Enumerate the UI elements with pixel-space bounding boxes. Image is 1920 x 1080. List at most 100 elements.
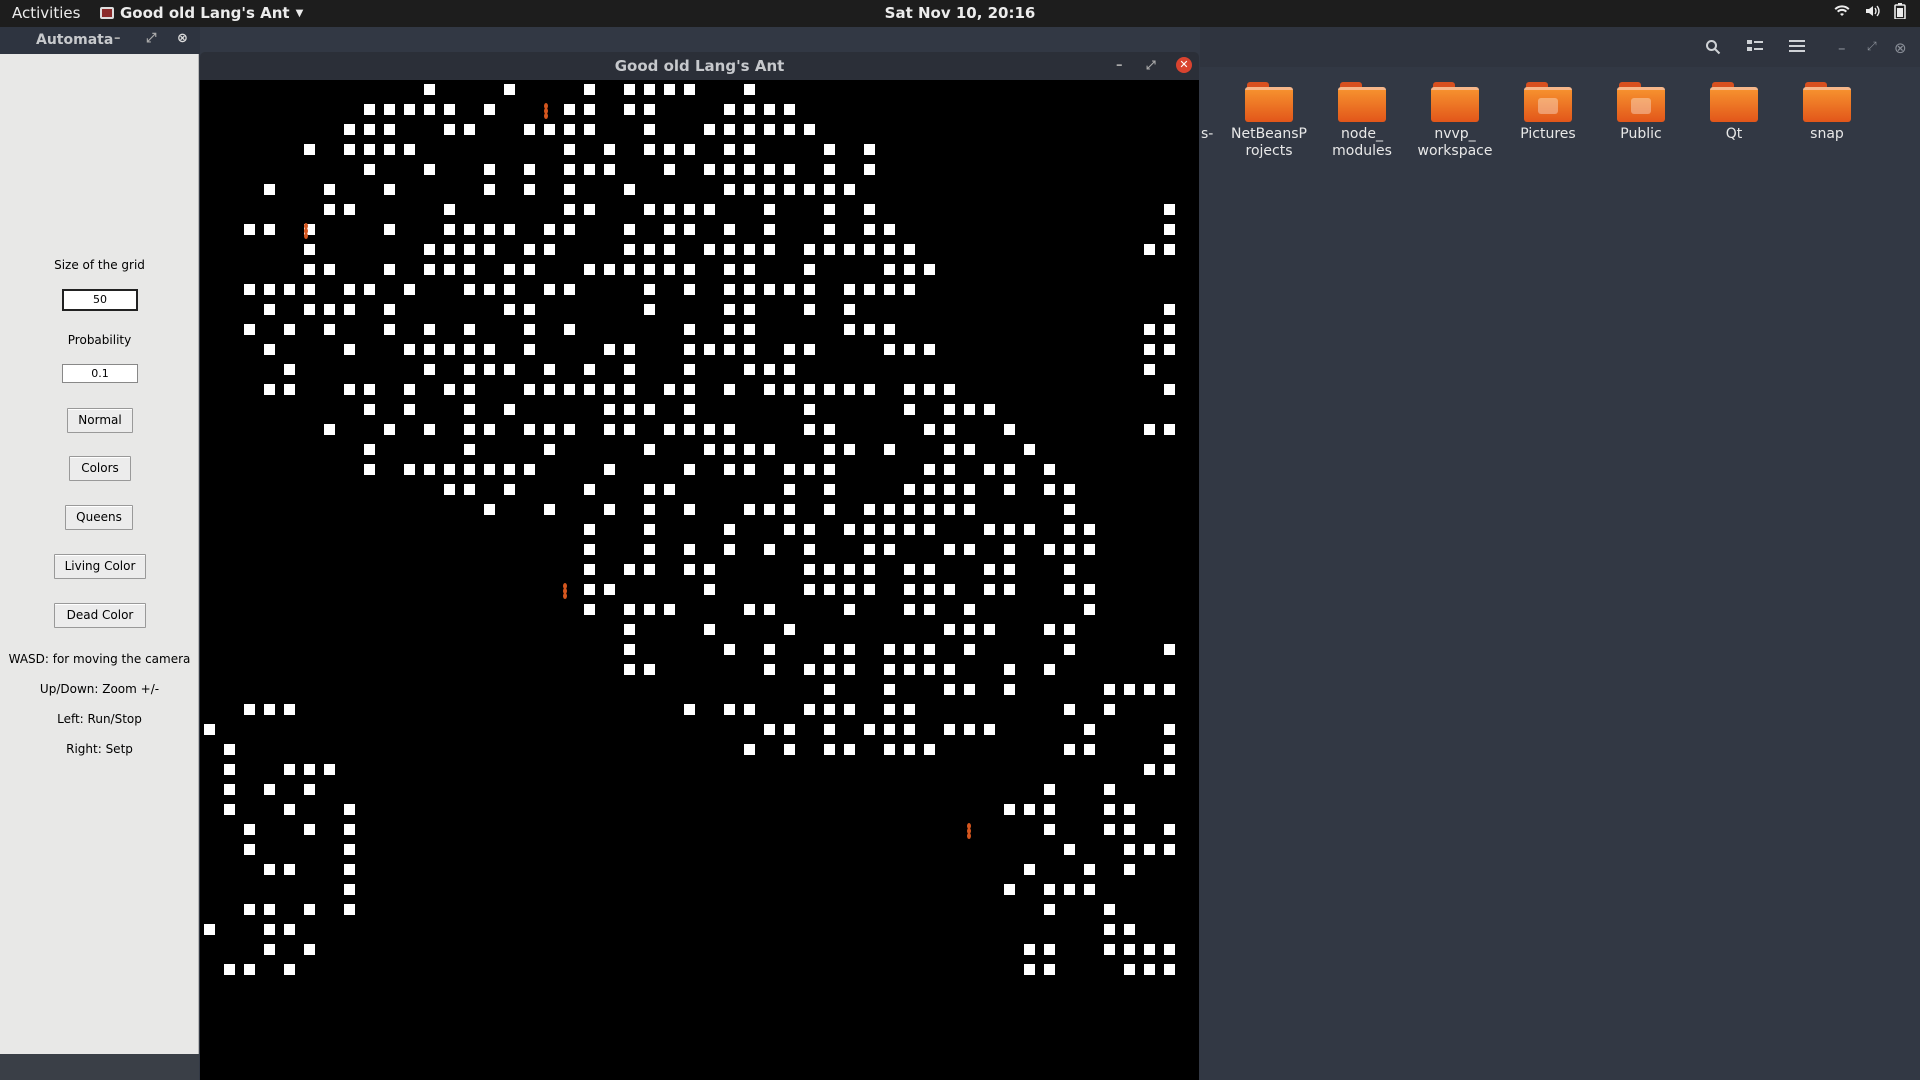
live-cell xyxy=(1044,784,1055,795)
live-cell xyxy=(744,704,755,715)
ant-grid-canvas[interactable] xyxy=(200,80,1199,1080)
folder-item[interactable]: nvvp_ workspace xyxy=(1411,82,1499,160)
probability-input[interactable]: 0.1 xyxy=(62,364,138,383)
view-options-icon[interactable] xyxy=(1747,39,1763,57)
live-cell xyxy=(544,384,555,395)
live-cell xyxy=(744,604,755,615)
automata-control-panel: Size of the grid 50 Probability 0.1 Norm… xyxy=(0,54,199,1054)
live-cell xyxy=(724,284,735,295)
live-cell xyxy=(724,544,735,555)
living-color-button[interactable]: Living Color xyxy=(54,554,146,579)
live-cell xyxy=(1144,244,1155,255)
close-icon[interactable]: ⊗ xyxy=(177,31,188,46)
live-cell xyxy=(604,144,615,155)
live-cell xyxy=(1144,684,1155,695)
live-cell xyxy=(764,644,775,655)
live-cell xyxy=(884,684,895,695)
normal-button[interactable]: Normal xyxy=(67,408,133,433)
live-cell xyxy=(784,384,795,395)
maximize-icon[interactable]: ⤢ xyxy=(146,31,156,46)
live-cell xyxy=(1044,664,1055,675)
live-cell xyxy=(964,644,975,655)
live-cell xyxy=(584,204,595,215)
live-cell xyxy=(584,584,595,595)
folder-item[interactable]: Public xyxy=(1597,82,1685,143)
automata-titlebar[interactable]: Automata – ⤢ ⊗ xyxy=(0,27,200,54)
live-cell xyxy=(944,504,955,515)
live-cell xyxy=(484,504,495,515)
close-icon[interactable]: ✕ xyxy=(1176,57,1192,73)
live-cell xyxy=(904,344,915,355)
queens-button[interactable]: Queens xyxy=(65,505,133,530)
live-cell xyxy=(684,404,695,415)
folder-item[interactable]: Pictures xyxy=(1504,82,1592,143)
search-icon[interactable] xyxy=(1705,39,1721,59)
folder-label: snap xyxy=(1810,126,1844,142)
live-cell xyxy=(484,464,495,475)
live-cell xyxy=(824,664,835,675)
live-cell xyxy=(644,664,655,675)
live-cell xyxy=(564,384,575,395)
live-cell xyxy=(744,84,755,95)
live-cell xyxy=(1144,424,1155,435)
folder-icon xyxy=(1338,82,1386,122)
live-cell xyxy=(1124,964,1135,975)
folder-item[interactable]: snap xyxy=(1783,82,1871,143)
live-cell xyxy=(604,164,615,175)
help-wasd: WASD: for moving the camera xyxy=(8,652,191,666)
folder-item[interactable]: Qt xyxy=(1690,82,1778,143)
minimize-icon[interactable]: – xyxy=(1116,58,1123,73)
live-cell xyxy=(344,144,355,155)
live-cell xyxy=(344,804,355,815)
live-cell xyxy=(1004,484,1015,495)
folder-pictures-icon xyxy=(1524,82,1572,122)
folder-item[interactable]: node_ modules xyxy=(1318,82,1406,160)
grid-size-input[interactable]: 50 xyxy=(62,289,138,311)
live-cell xyxy=(724,444,735,455)
maximize-icon[interactable]: ⤢ xyxy=(1146,58,1156,73)
live-cell xyxy=(244,704,255,715)
live-cell xyxy=(1064,844,1075,855)
ant-window-titlebar[interactable]: Good old Lang's Ant – ⤢ ✕ xyxy=(200,52,1199,80)
live-cell xyxy=(704,424,715,435)
live-cell xyxy=(1024,804,1035,815)
live-cell xyxy=(404,384,415,395)
live-cell xyxy=(484,184,495,195)
minimize-icon[interactable]: – xyxy=(114,31,121,46)
live-cell xyxy=(1104,804,1115,815)
live-cell xyxy=(604,424,615,435)
live-cell xyxy=(1144,844,1155,855)
live-cell xyxy=(744,464,755,475)
maximize-icon[interactable]: ⤢ xyxy=(1867,39,1877,54)
live-cell xyxy=(744,364,755,375)
live-cell xyxy=(1004,564,1015,575)
ant-icon xyxy=(304,223,308,239)
file-manager-toolbar: – ⤢ ⊗ xyxy=(1200,27,1920,67)
folder-item[interactable]: NetBeansP rojects xyxy=(1225,82,1313,160)
live-cell xyxy=(644,604,655,615)
live-cell xyxy=(944,464,955,475)
live-cell xyxy=(604,384,615,395)
live-cell xyxy=(804,184,815,195)
colors-button[interactable]: Colors xyxy=(69,456,131,481)
live-cell xyxy=(384,424,395,435)
live-cell xyxy=(764,124,775,135)
live-cell xyxy=(904,584,915,595)
live-cell xyxy=(464,364,475,375)
app-menu[interactable]: Good old Lang's Ant ▼ xyxy=(100,4,303,22)
live-cell xyxy=(664,244,675,255)
dead-color-button[interactable]: Dead Color xyxy=(54,603,146,628)
live-cell xyxy=(844,744,855,755)
live-cell xyxy=(1024,524,1035,535)
close-icon[interactable]: ⊗ xyxy=(1894,39,1907,57)
live-cell xyxy=(984,584,995,595)
activities-button[interactable]: Activities xyxy=(12,4,80,22)
live-cell xyxy=(284,804,295,815)
hamburger-menu-icon[interactable] xyxy=(1789,39,1805,57)
minimize-icon[interactable]: – xyxy=(1838,39,1846,57)
live-cell xyxy=(604,344,615,355)
live-cell xyxy=(764,284,775,295)
system-tray[interactable] xyxy=(1834,3,1906,23)
live-cell xyxy=(864,384,875,395)
live-cell xyxy=(1164,304,1175,315)
